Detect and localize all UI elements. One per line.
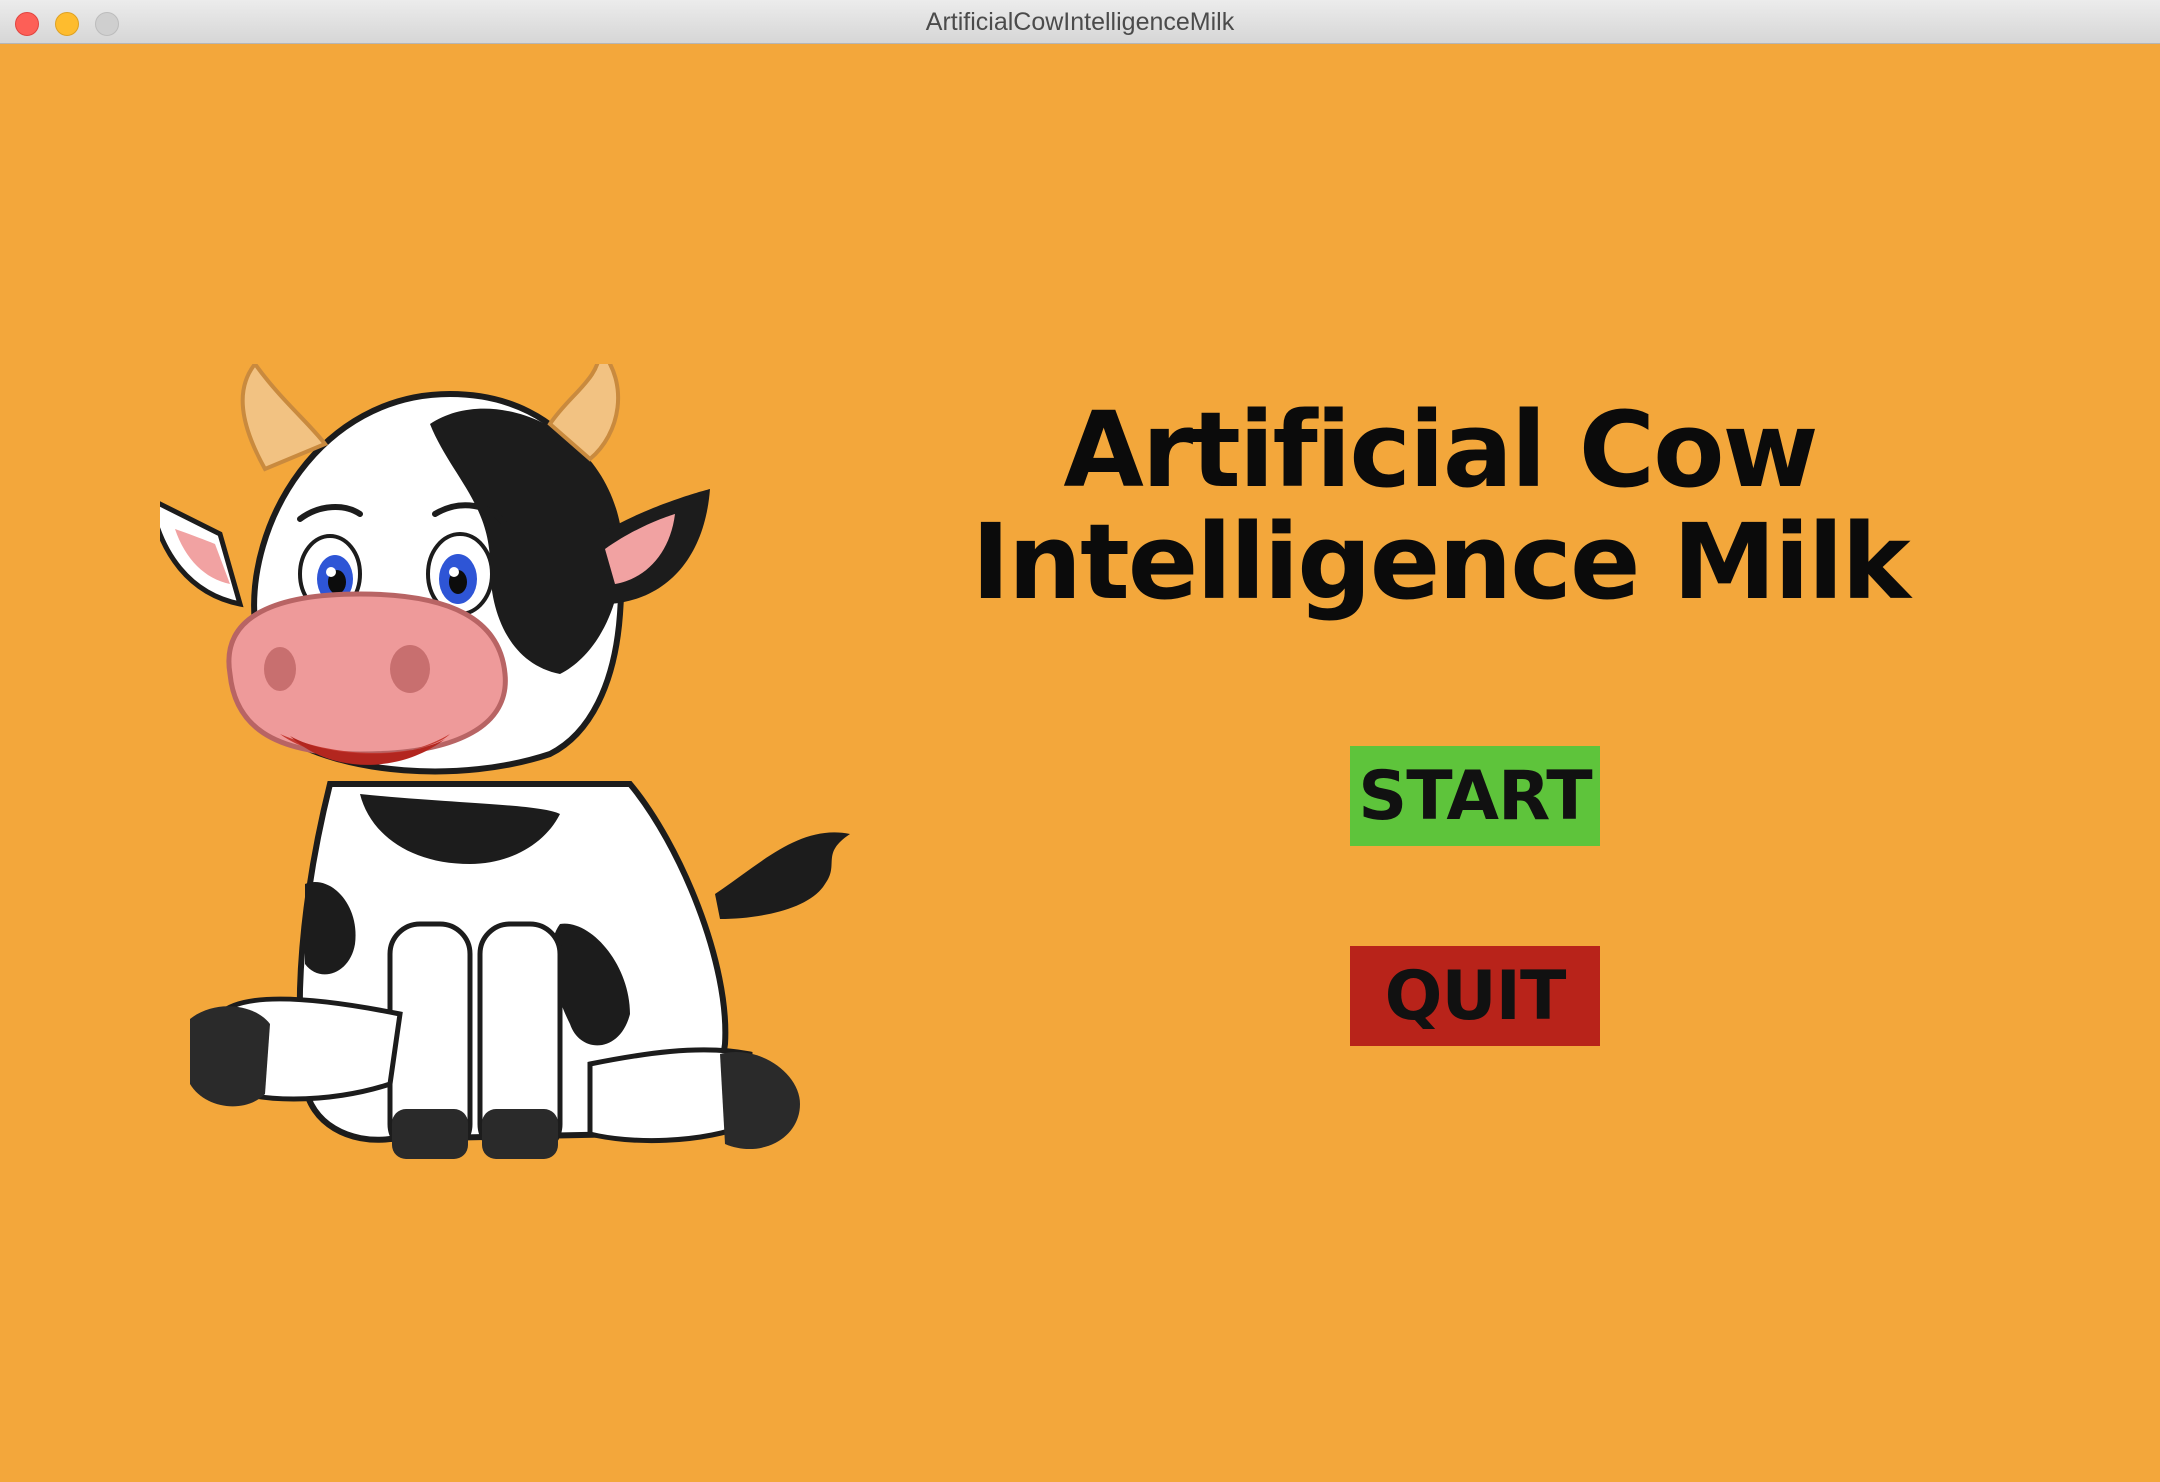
window-title: ArtificialCowIntelligenceMilk [925,8,1235,36]
game-title-line-2: Intelligence Milk [971,501,1910,623]
title-bar[interactable]: ArtificialCowIntelligenceMilk [0,0,2160,44]
quit-button[interactable]: QUIT [1350,946,1600,1046]
main-menu-screen: Artificial Cow Intelligence Milk START Q… [0,44,2160,1482]
start-button[interactable]: START [1350,746,1600,846]
game-title-line-1: Artificial Cow [1063,389,1818,511]
app-window: ArtificialCowIntelligenceMilk Artificial… [0,0,2160,1482]
cow-illustration-icon [160,364,850,1159]
game-title: Artificial Cow Intelligence Milk [900,394,1980,618]
